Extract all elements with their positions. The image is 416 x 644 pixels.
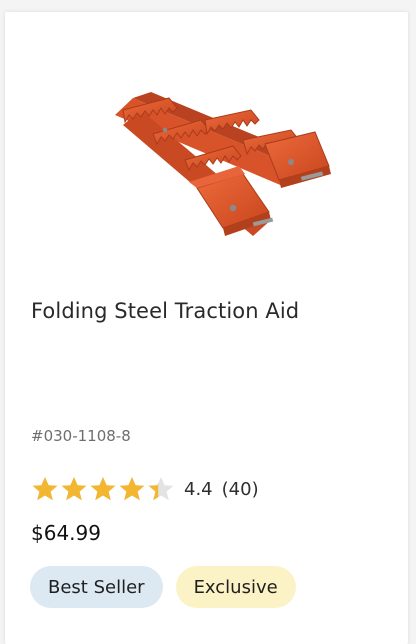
star-icon — [148, 477, 174, 501]
star-rating — [31, 475, 176, 503]
star-icon — [32, 477, 58, 501]
product-card[interactable]: Folding Steel Traction Aid #030-1108-8 4… — [5, 12, 408, 644]
review-count[interactable]: (40) — [222, 479, 259, 500]
star-icon — [61, 477, 87, 501]
badge-list: Best Seller Exclusive — [30, 566, 296, 608]
product-price: $64.99 — [31, 521, 101, 545]
rating-value: 4.4 — [184, 478, 213, 500]
best-seller-badge: Best Seller — [30, 566, 163, 608]
product-sku: #030-1108-8 — [31, 427, 131, 445]
star-icon — [90, 477, 116, 501]
rating-summary[interactable]: 4.4 (40) — [31, 474, 259, 504]
exclusive-badge: Exclusive — [175, 566, 296, 608]
product-image[interactable] — [93, 70, 353, 270]
star-icon — [119, 477, 145, 501]
traction-aid-image — [115, 92, 331, 236]
product-title[interactable]: Folding Steel Traction Aid — [31, 297, 381, 325]
